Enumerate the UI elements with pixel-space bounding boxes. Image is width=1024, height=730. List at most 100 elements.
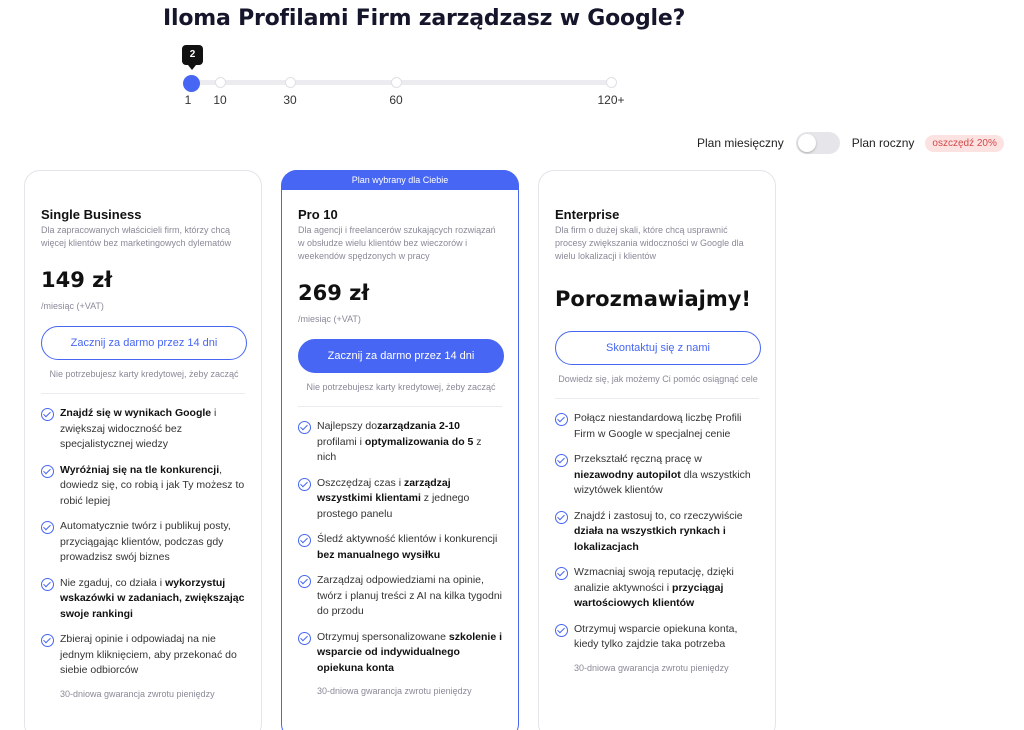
price-period: /miesiąc (+VAT) bbox=[41, 301, 104, 311]
feature-item: Znajdź się w wynikach Google i zwiększaj… bbox=[41, 406, 245, 453]
start-free-trial-button[interactable]: Zacznij za darmo przez 14 dni bbox=[41, 326, 247, 360]
feature-item: Przekształć ręczną pracę w niezawodny au… bbox=[555, 452, 759, 499]
feature-item: Wyróżniaj się na tle konkurencji, dowied… bbox=[41, 463, 245, 510]
feature-text: Zarządzaj odpowiedziami na opinie, twórz… bbox=[317, 573, 502, 620]
feature-text: Śledź aktywność klientów i konkurencji b… bbox=[317, 532, 502, 563]
slider-label-30: 30 bbox=[283, 93, 297, 107]
check-circle-icon bbox=[298, 477, 311, 491]
slider-stop-60[interactable] bbox=[391, 77, 402, 88]
feature-list: Znajdź się w wynikach Google i zwiększaj… bbox=[41, 406, 245, 679]
contact-us-button[interactable]: Skontaktuj się z nami bbox=[555, 331, 761, 365]
monthly-plan-label[interactable]: Plan miesięczny bbox=[697, 136, 784, 150]
check-circle-icon bbox=[555, 454, 568, 467]
plan-card-pro-10: Plan wybrany dla Ciebie Pro 10 Dla agenc… bbox=[281, 170, 519, 730]
plan-name: Pro 10 bbox=[298, 207, 338, 222]
cta-note: Dowiedz się, jak możemy Ci pomóc osiągną… bbox=[558, 374, 758, 384]
feature-segment: Przekształć ręczną pracę w bbox=[574, 453, 702, 465]
start-free-trial-button[interactable]: Zacznij za darmo przez 14 dni bbox=[298, 339, 504, 373]
feature-item: Zbieraj opinie i odpowiadaj na nie jedny… bbox=[41, 632, 245, 679]
save-badge: oszczędź 20% bbox=[925, 134, 1004, 152]
toggle-knob bbox=[797, 134, 816, 152]
slider-stop-10[interactable] bbox=[215, 77, 226, 88]
cta-note: Nie potrzebujesz karty kredytowej, żeby … bbox=[306, 382, 496, 392]
feature-list: Najlepszy dozarządzania 2-10 profilami i… bbox=[298, 419, 502, 676]
feature-item: Połącz niestandardową liczbę Profili Fir… bbox=[555, 411, 759, 442]
feature-segment: Najlepszy do bbox=[317, 420, 378, 432]
feature-segment: Otrzymuj wsparcie opiekuna konta, kiedy … bbox=[574, 622, 738, 651]
money-back-guarantee: 30-dniowa gwarancja zwrotu pieniędzy bbox=[60, 688, 215, 699]
divider bbox=[41, 393, 245, 394]
feature-segment: profilami i bbox=[317, 435, 365, 448]
feature-item: Otrzymuj wsparcie opiekuna konta, kiedy … bbox=[555, 622, 759, 653]
feature-text: Wzmacniaj swoją reputację, dzięki analiz… bbox=[574, 565, 759, 612]
feature-segment: Znajdź i zastosuj to, co rzeczywiście bbox=[574, 509, 743, 522]
feature-text: Otrzymuj spersonalizowane szkolenie i ws… bbox=[317, 630, 502, 677]
plan-description: Dla agencji i freelancerów szukających r… bbox=[298, 225, 496, 261]
feature-text: Znajdź i zastosuj to, co rzeczywiście dz… bbox=[574, 509, 759, 556]
feature-text: Wyróżniaj się na tle konkurencji, dowied… bbox=[60, 463, 245, 510]
slider-stop-30[interactable] bbox=[285, 77, 296, 88]
feature-item: Śledź aktywność klientów i konkurencji b… bbox=[298, 532, 502, 563]
slider-label-60: 60 bbox=[389, 93, 403, 107]
feature-segment: Połącz niestandardową liczbę Profili Fir… bbox=[574, 412, 742, 440]
billing-toggle[interactable] bbox=[795, 132, 840, 154]
slider-stop-120[interactable] bbox=[606, 77, 617, 88]
feature-segment: Oszczędzaj czas i bbox=[317, 476, 404, 489]
money-back-guarantee: 30-dniowa gwarancja zwrotu pieniędzy bbox=[574, 662, 729, 673]
feature-item: Wzmacniaj swoją reputację, dzięki analiz… bbox=[555, 565, 759, 612]
slider-thumb[interactable] bbox=[183, 75, 200, 92]
cta-note: Nie potrzebujesz karty kredytowej, żeby … bbox=[49, 369, 239, 379]
feature-item: Najlepszy dozarządzania 2-10 profilami i… bbox=[298, 419, 502, 466]
feature-highlight: działa na wszystkich rynkach i lokalizac… bbox=[574, 525, 726, 553]
feature-text: Zbieraj opinie i odpowiadaj na nie jedny… bbox=[60, 632, 245, 679]
feature-text: Znajdź się w wynikach Google i zwiększaj… bbox=[60, 406, 245, 453]
check-circle-icon bbox=[555, 510, 568, 524]
slider-label-1: 1 bbox=[184, 93, 192, 107]
feature-text: Przekształć ręczną pracę w niezawodny au… bbox=[574, 452, 759, 499]
feature-list: Połącz niestandardową liczbę Profili Fir… bbox=[555, 411, 759, 653]
check-circle-icon bbox=[298, 631, 311, 645]
check-circle-icon bbox=[298, 534, 311, 547]
feature-item: Zarządzaj odpowiedziami na opinie, twórz… bbox=[298, 573, 502, 620]
slider-track[interactable] bbox=[190, 80, 616, 85]
check-circle-icon bbox=[41, 577, 54, 591]
plan-price: 149 zł bbox=[41, 268, 113, 292]
feature-text: Najlepszy dozarządzania 2-10 profilami i… bbox=[317, 419, 502, 466]
feature-highlight: niezawodny autopilot bbox=[574, 468, 681, 481]
plan-price: 269 zł bbox=[298, 281, 370, 305]
plan-name: Single Business bbox=[41, 207, 142, 222]
check-circle-icon bbox=[555, 567, 568, 580]
price-period: /miesiąc (+VAT) bbox=[298, 314, 361, 324]
yearly-plan-label[interactable]: Plan roczny bbox=[852, 136, 915, 150]
feature-text: Połącz niestandardową liczbę Profili Fir… bbox=[574, 411, 759, 442]
feature-segment: Otrzymuj spersonalizowane bbox=[317, 630, 449, 643]
feature-segment: Nie zgaduj, co działa i bbox=[60, 576, 166, 589]
feature-text: Otrzymuj wsparcie opiekuna konta, kiedy … bbox=[574, 622, 759, 653]
feature-segment: Śledź aktywność klientów i konkurencji bbox=[317, 533, 498, 545]
feature-item: Znajdź i zastosuj to, co rzeczywiście dz… bbox=[555, 509, 759, 556]
feature-item: Nie zgaduj, co działa i wykorzystuj wska… bbox=[41, 576, 245, 623]
profiles-slider[interactable]: 2 1 10 30 60 120+ bbox=[182, 44, 625, 108]
billing-period-switch: Plan miesięczny Plan roczny oszczędź 20% bbox=[697, 130, 1004, 156]
feature-text: Oszczędzaj czas i zarządzaj wszystkimi k… bbox=[317, 476, 502, 523]
feature-highlight: bez manualnego wysiłku bbox=[317, 548, 441, 561]
feature-text: Nie zgaduj, co działa i wykorzystuj wska… bbox=[60, 576, 245, 623]
feature-item: Automatycznie twórz i publikuj posty, pr… bbox=[41, 519, 245, 566]
plan-card-single-business: Single Business Dla zapracowanych właści… bbox=[24, 170, 262, 730]
slider-value-tooltip: 2 bbox=[182, 45, 203, 70]
plan-card-enterprise: Enterprise Dla firm o dużej skali, które… bbox=[538, 170, 776, 730]
feature-segment: Automatycznie twórz i publikuj posty, pr… bbox=[60, 520, 231, 563]
check-circle-icon bbox=[555, 413, 568, 426]
divider bbox=[298, 406, 502, 407]
feature-highlight: Wyróżniaj się na tle konkurencji bbox=[60, 463, 220, 476]
check-circle-icon bbox=[555, 623, 568, 637]
feature-text: Automatycznie twórz i publikuj posty, pr… bbox=[60, 519, 245, 566]
check-circle-icon bbox=[298, 575, 311, 588]
feature-item: Oszczędzaj czas i zarządzaj wszystkimi k… bbox=[298, 476, 502, 523]
feature-highlight: zarządzania 2-10 bbox=[377, 420, 460, 432]
slider-label-10: 10 bbox=[213, 93, 227, 107]
plan-description: Dla firm o dużej skali, które chcą uspra… bbox=[555, 225, 744, 261]
check-circle-icon bbox=[41, 408, 54, 421]
money-back-guarantee: 30-dniowa gwarancja zwrotu pieniędzy bbox=[317, 686, 472, 696]
recommended-banner: Plan wybrany dla Ciebie bbox=[281, 170, 519, 190]
